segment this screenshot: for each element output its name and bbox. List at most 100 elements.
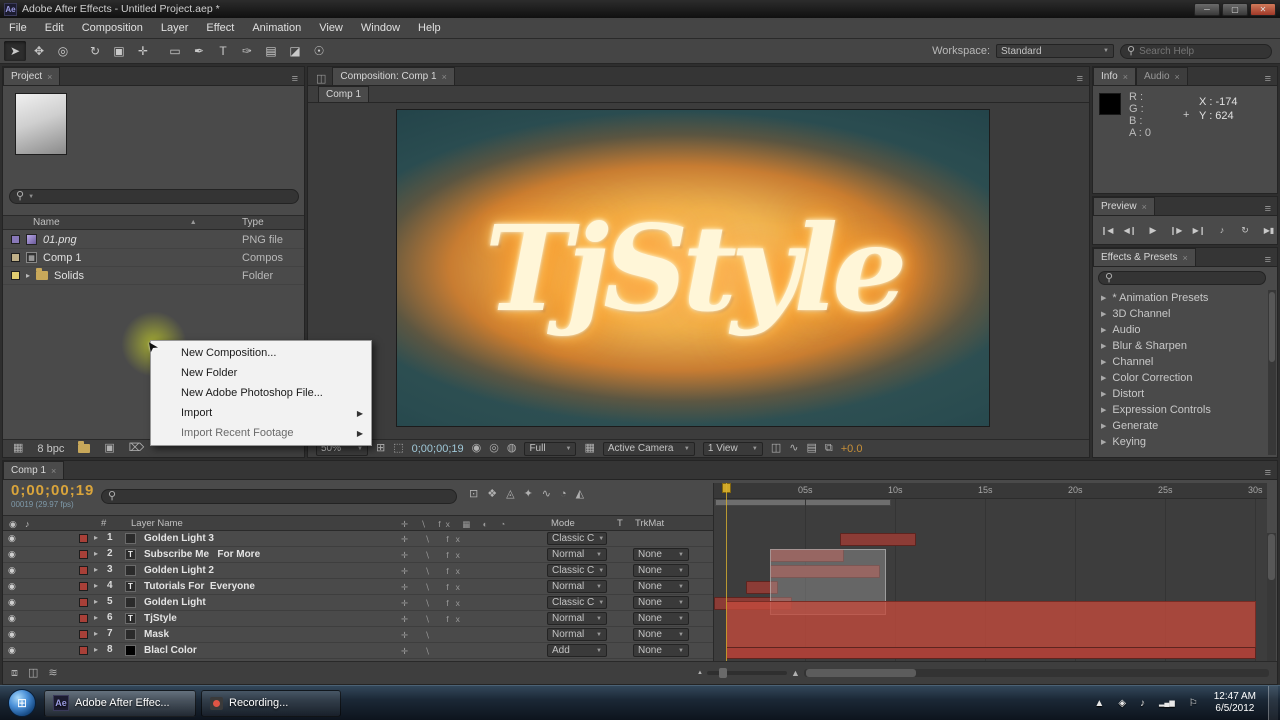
effects-category[interactable]: ▶ * Animation Presets	[1093, 290, 1269, 306]
menu-composition[interactable]: Composition	[73, 19, 152, 37]
project-row-comp1[interactable]: ▦ Comp 1 Compos	[3, 249, 304, 267]
zoom-in-mountain-icon[interactable]: ▲	[791, 668, 800, 678]
layer-row[interactable]: ◉ ▸ 1 Golden Light 3 ✛ ∖ fx Classic C ▼	[3, 531, 713, 547]
layer-name[interactable]: Subscribe Me For More	[144, 549, 260, 560]
panel-menu-icon[interactable]: ≡	[1071, 73, 1089, 85]
hand-tool-icon[interactable]: ✥	[28, 41, 50, 61]
layer-name[interactable]: Tutorials For Everyone	[144, 581, 255, 592]
layer-name-column-label[interactable]: Layer Name	[131, 518, 183, 529]
expander-icon[interactable]: ▶	[1101, 422, 1106, 430]
zoom-out-mountain-icon[interactable]: ▲	[697, 670, 703, 676]
trkmat-dropdown[interactable]: None ▼	[633, 580, 689, 593]
show-snapshot-icon[interactable]: ◎	[489, 443, 499, 454]
layer-row[interactable]: ◉ ▸ 5 Golden Light ✛ ∖ fx Classic C ▼ Non…	[3, 595, 713, 611]
trkmat-dropdown[interactable]: None ▼	[633, 644, 689, 657]
taskbar-app-recording[interactable]: Recording...	[201, 689, 341, 717]
resolution-dropdown[interactable]: Full ▼	[524, 441, 577, 456]
layer-name[interactable]: Golden Light 2	[144, 565, 214, 576]
layer-row[interactable]: ◉ ▸ 6 T TjStyle ✛ ∖ fx Normal ▼ None ▼	[3, 611, 713, 627]
mask-visibility-icon[interactable]: ⬚	[393, 443, 403, 454]
layer-switches[interactable]: ✛ ∖ fx	[401, 550, 467, 561]
layer-expander-icon[interactable]: ▸	[94, 581, 98, 590]
eye-icon[interactable]: ◉	[8, 613, 16, 624]
timeline-button-icon[interactable]: ▤	[806, 443, 816, 454]
layer-name[interactable]: TjStyle	[144, 613, 177, 624]
ram-preview-button[interactable]: ▶▮	[1258, 222, 1280, 238]
camera-dropdown[interactable]: Active Camera ▼	[602, 441, 695, 456]
expander-icon[interactable]: ▶	[1101, 390, 1106, 398]
project-row-01png[interactable]: 01.png PNG file	[3, 231, 304, 249]
label-color-swatch[interactable]	[11, 271, 20, 280]
blend-mode-dropdown[interactable]: Normal ▼	[547, 612, 607, 625]
layer-name[interactable]: Golden Light 3	[144, 533, 214, 544]
previous-frame-button[interactable]: ◀❙	[1120, 222, 1140, 238]
trkmat-dropdown[interactable]: None ▼	[633, 612, 689, 625]
loop-button[interactable]: ↻	[1235, 222, 1255, 238]
fast-previews-icon[interactable]: ∿	[789, 443, 798, 454]
blend-mode-dropdown[interactable]: Add ▼	[547, 644, 607, 657]
menu-item-new-folder[interactable]: New Folder	[151, 363, 371, 383]
tab-close-icon[interactable]: ×	[47, 72, 52, 82]
project-row-solids[interactable]: ▸ Solids Folder	[3, 267, 304, 285]
pixel-aspect-icon[interactable]: ◫	[771, 443, 781, 454]
layer-expander-icon[interactable]: ▸	[94, 549, 98, 558]
layer-bar-1[interactable]	[840, 533, 916, 546]
type-column-label[interactable]: Type	[242, 217, 264, 228]
layer-row[interactable]: ◉ ▸ 7 Mask ✛ ∖ Normal ▼ None ▼	[3, 627, 713, 643]
project-column-header[interactable]: Name ▲ Type	[3, 215, 304, 230]
eye-icon[interactable]: ◉	[8, 581, 16, 592]
layer-expander-icon[interactable]: ▸	[94, 565, 98, 574]
menu-animation[interactable]: Animation	[243, 19, 310, 37]
workspace-dropdown[interactable]: Standard ▼	[996, 44, 1114, 58]
snapshot-icon[interactable]: ◉	[472, 443, 482, 454]
blend-mode-dropdown[interactable]: Normal ▼	[547, 580, 607, 593]
eye-icon[interactable]: ◉	[8, 597, 16, 608]
layer-label-swatch[interactable]	[79, 614, 88, 623]
tab-preview[interactable]: Preview ×	[1093, 197, 1155, 215]
layer-label-swatch[interactable]	[79, 646, 88, 655]
layer-row[interactable]: ◉ ▸ 8 Blacl Color ✛ ∖ Add ▼ None ▼	[3, 643, 713, 659]
timeline-search[interactable]: ⚲	[101, 489, 457, 504]
eye-icon[interactable]: ◉	[8, 565, 16, 576]
eye-icon[interactable]: ◉	[8, 645, 16, 656]
expand-transfer-icon[interactable]: ⧈	[11, 667, 18, 679]
effects-category[interactable]: ▶ Blur & Sharpen	[1093, 338, 1269, 354]
effects-category[interactable]: ▶ 3D Channel	[1093, 306, 1269, 322]
eye-icon[interactable]: ◉	[8, 549, 16, 560]
t-column-label[interactable]: T	[617, 518, 623, 529]
pen-tool-icon[interactable]: ✒	[188, 41, 210, 61]
layer-expander-icon[interactable]: ▸	[94, 597, 98, 606]
last-frame-button[interactable]: ▶❙	[1189, 222, 1209, 238]
graph-editor-icon[interactable]: ◭	[576, 489, 584, 500]
blend-mode-dropdown[interactable]: Classic C ▼	[547, 596, 607, 609]
menu-item-new-photoshop-file[interactable]: New Adobe Photoshop File...	[151, 383, 371, 403]
eye-icon[interactable]: ◉	[8, 533, 16, 544]
trkmat-dropdown[interactable]: None ▼	[633, 596, 689, 609]
layer-label-swatch[interactable]	[79, 582, 88, 591]
viewer-time-display[interactable]: 0;00;00;19	[412, 443, 464, 455]
layer-expander-icon[interactable]: ▸	[94, 533, 98, 542]
trkmat-dropdown[interactable]: None ▼	[633, 548, 689, 561]
audio-toggle-button[interactable]: ♪	[1212, 222, 1232, 238]
layer-expander-icon[interactable]: ▸	[94, 613, 98, 622]
timeline-vertical-scrollbar[interactable]	[1267, 533, 1276, 661]
layer-switches[interactable]: ✛ ∖ fx	[401, 582, 467, 593]
expander-icon[interactable]: ▶	[1101, 406, 1106, 414]
tray-expand-icon[interactable]: ▲	[1094, 698, 1104, 709]
new-folder-icon[interactable]	[78, 441, 91, 453]
volume-icon[interactable]: ♪	[1140, 698, 1145, 709]
effects-search[interactable]: ⚲	[1098, 271, 1266, 285]
expander-icon[interactable]: ▶	[1101, 438, 1106, 446]
timeline-track-area[interactable]: 05s 10s 15s 20s 25s 30s	[713, 483, 1267, 661]
effects-category[interactable]: ▶ Color Correction	[1093, 370, 1269, 386]
trkmat-dropdown[interactable]: None ▼	[633, 564, 689, 577]
tab-effects-presets[interactable]: Effects & Presets ×	[1093, 248, 1196, 266]
tab-close-icon[interactable]: ×	[51, 466, 56, 476]
panel-menu-icon[interactable]: ≡	[1259, 73, 1277, 85]
menu-item-import-recent-footage[interactable]: Import Recent Footage ▶	[151, 423, 371, 443]
layer-label-swatch[interactable]	[79, 598, 88, 607]
blend-mode-dropdown[interactable]: Normal ▼	[547, 548, 607, 561]
menu-window[interactable]: Window	[352, 19, 409, 37]
menu-effect[interactable]: Effect	[197, 19, 243, 37]
tray-app-icon[interactable]: ◈	[1118, 698, 1126, 709]
